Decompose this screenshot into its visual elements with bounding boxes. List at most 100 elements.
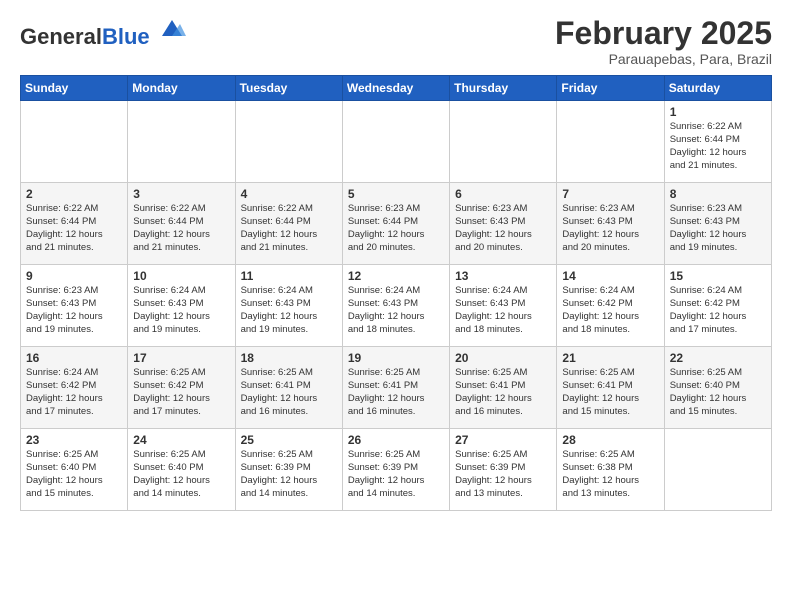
day-number: 11 (241, 269, 337, 283)
calendar-cell: 15 Sunrise: 6:24 AM Sunset: 6:42 PM Dayli… (664, 265, 771, 347)
calendar-week-0: 1 Sunrise: 6:22 AM Sunset: 6:44 PM Daylig… (21, 101, 772, 183)
logo-text: GeneralBlue (20, 16, 186, 49)
day-info: Sunrise: 6:25 AM Sunset: 6:40 PM Dayligh… (670, 367, 766, 418)
calendar-week-3: 16 Sunrise: 6:24 AM Sunset: 6:42 PM Dayli… (21, 347, 772, 429)
day-info: Sunrise: 6:23 AM Sunset: 6:44 PM Dayligh… (348, 203, 444, 254)
calendar-cell (21, 101, 128, 183)
weekday-header-row: Sunday Monday Tuesday Wednesday Thursday… (21, 76, 772, 101)
calendar-cell: 17 Sunrise: 6:25 AM Sunset: 6:42 PM Dayli… (128, 347, 235, 429)
calendar-cell: 23 Sunrise: 6:25 AM Sunset: 6:40 PM Dayli… (21, 429, 128, 511)
day-info: Sunrise: 6:24 AM Sunset: 6:42 PM Dayligh… (670, 285, 766, 336)
day-number: 22 (670, 351, 766, 365)
calendar-cell: 11Sunrise: 6:24 AM Sunset: 6:43 PM Dayli… (235, 265, 342, 347)
day-info: Sunrise: 6:23 AM Sunset: 6:43 PM Dayligh… (455, 203, 551, 254)
day-number: 26 (348, 433, 444, 447)
calendar-subtitle: Parauapebas, Para, Brazil (555, 51, 772, 67)
day-info: Sunrise: 6:22 AM Sunset: 6:44 PM Dayligh… (241, 203, 337, 254)
day-info: Sunrise: 6:23 AM Sunset: 6:43 PM Dayligh… (26, 285, 122, 336)
day-info: Sunrise: 6:25 AM Sunset: 6:40 PM Dayligh… (133, 449, 229, 500)
day-info: Sunrise: 6:22 AM Sunset: 6:44 PM Dayligh… (670, 121, 766, 172)
day-number: 16 (26, 351, 122, 365)
day-number: 6 (455, 187, 551, 201)
header-monday: Monday (128, 76, 235, 101)
logo-blue: Blue (102, 24, 150, 49)
day-info: Sunrise: 6:25 AM Sunset: 6:41 PM Dayligh… (562, 367, 658, 418)
day-number: 13 (455, 269, 551, 283)
calendar-cell: 10 Sunrise: 6:24 AM Sunset: 6:43 PM Dayli… (128, 265, 235, 347)
day-info: Sunrise: 6:22 AM Sunset: 6:44 PM Dayligh… (26, 203, 122, 254)
day-number: 15 (670, 269, 766, 283)
day-number: 27 (455, 433, 551, 447)
day-info: Sunrise: 6:24 AM Sunset: 6:42 PM Dayligh… (562, 285, 658, 336)
day-number: 9 (26, 269, 122, 283)
calendar-cell: 21 Sunrise: 6:25 AM Sunset: 6:41 PM Dayli… (557, 347, 664, 429)
day-info: Sunrise: 6:25 AM Sunset: 6:40 PM Dayligh… (26, 449, 122, 500)
calendar-cell (557, 101, 664, 183)
header-wednesday: Wednesday (342, 76, 449, 101)
day-info: Sunrise: 6:25 AM Sunset: 6:39 PM Dayligh… (241, 449, 337, 500)
calendar-cell (235, 101, 342, 183)
calendar-week-4: 23 Sunrise: 6:25 AM Sunset: 6:40 PM Dayli… (21, 429, 772, 511)
calendar-week-1: 2 Sunrise: 6:22 AM Sunset: 6:44 PM Daylig… (21, 183, 772, 265)
calendar-cell: 26 Sunrise: 6:25 AM Sunset: 6:39 PM Dayli… (342, 429, 449, 511)
day-info: Sunrise: 6:24 AM Sunset: 6:43 PM Dayligh… (455, 285, 551, 336)
calendar-cell: 4 Sunrise: 6:22 AM Sunset: 6:44 PM Daylig… (235, 183, 342, 265)
header-sunday: Sunday (21, 76, 128, 101)
day-number: 14 (562, 269, 658, 283)
logo: GeneralBlue (20, 16, 186, 49)
calendar-cell: 24 Sunrise: 6:25 AM Sunset: 6:40 PM Dayli… (128, 429, 235, 511)
day-number: 3 (133, 187, 229, 201)
day-number: 7 (562, 187, 658, 201)
header-tuesday: Tuesday (235, 76, 342, 101)
calendar-cell (450, 101, 557, 183)
calendar-title: February 2025 (555, 16, 772, 51)
day-number: 1 (670, 105, 766, 119)
calendar-cell (664, 429, 771, 511)
day-number: 19 (348, 351, 444, 365)
day-number: 24 (133, 433, 229, 447)
day-info: Sunrise: 6:25 AM Sunset: 6:42 PM Dayligh… (133, 367, 229, 418)
day-number: 17 (133, 351, 229, 365)
logo-general: General (20, 24, 102, 49)
calendar-cell: 27 Sunrise: 6:25 AM Sunset: 6:39 PM Dayli… (450, 429, 557, 511)
header-friday: Friday (557, 76, 664, 101)
calendar-cell: 5 Sunrise: 6:23 AM Sunset: 6:44 PM Daylig… (342, 183, 449, 265)
day-number: 4 (241, 187, 337, 201)
day-info: Sunrise: 6:25 AM Sunset: 6:39 PM Dayligh… (348, 449, 444, 500)
day-info: Sunrise: 6:24 AM Sunset: 6:42 PM Dayligh… (26, 367, 122, 418)
day-number: 2 (26, 187, 122, 201)
calendar-cell: 25Sunrise: 6:25 AM Sunset: 6:39 PM Dayli… (235, 429, 342, 511)
calendar-cell: 20Sunrise: 6:25 AM Sunset: 6:41 PM Dayli… (450, 347, 557, 429)
calendar-cell: 13 Sunrise: 6:24 AM Sunset: 6:43 PM Dayli… (450, 265, 557, 347)
day-number: 28 (562, 433, 658, 447)
day-number: 5 (348, 187, 444, 201)
page-container: GeneralBlue February 2025 Parauapebas, P… (0, 0, 792, 521)
day-number: 18 (241, 351, 337, 365)
calendar-cell: 16 Sunrise: 6:24 AM Sunset: 6:42 PM Dayli… (21, 347, 128, 429)
title-block: February 2025 Parauapebas, Para, Brazil (555, 16, 772, 67)
calendar-cell: 14 Sunrise: 6:24 AM Sunset: 6:42 PM Dayli… (557, 265, 664, 347)
calendar-cell: 7 Sunrise: 6:23 AM Sunset: 6:43 PM Daylig… (557, 183, 664, 265)
day-info: Sunrise: 6:22 AM Sunset: 6:44 PM Dayligh… (133, 203, 229, 254)
calendar-cell: 18Sunrise: 6:25 AM Sunset: 6:41 PM Dayli… (235, 347, 342, 429)
day-number: 23 (26, 433, 122, 447)
calendar-cell: 22 Sunrise: 6:25 AM Sunset: 6:40 PM Dayli… (664, 347, 771, 429)
day-info: Sunrise: 6:25 AM Sunset: 6:41 PM Dayligh… (455, 367, 551, 418)
day-number: 21 (562, 351, 658, 365)
day-info: Sunrise: 6:24 AM Sunset: 6:43 PM Dayligh… (133, 285, 229, 336)
calendar-cell: 12 Sunrise: 6:24 AM Sunset: 6:43 PM Dayli… (342, 265, 449, 347)
day-info: Sunrise: 6:24 AM Sunset: 6:43 PM Dayligh… (348, 285, 444, 336)
day-info: Sunrise: 6:25 AM Sunset: 6:39 PM Dayligh… (455, 449, 551, 500)
day-info: Sunrise: 6:25 AM Sunset: 6:38 PM Dayligh… (562, 449, 658, 500)
logo-icon (158, 16, 186, 44)
day-number: 10 (133, 269, 229, 283)
calendar-cell: 9 Sunrise: 6:23 AM Sunset: 6:43 PM Daylig… (21, 265, 128, 347)
calendar-cell: 2 Sunrise: 6:22 AM Sunset: 6:44 PM Daylig… (21, 183, 128, 265)
day-number: 12 (348, 269, 444, 283)
day-info: Sunrise: 6:23 AM Sunset: 6:43 PM Dayligh… (562, 203, 658, 254)
calendar-cell (342, 101, 449, 183)
day-info: Sunrise: 6:23 AM Sunset: 6:43 PM Dayligh… (670, 203, 766, 254)
calendar-cell: 1 Sunrise: 6:22 AM Sunset: 6:44 PM Daylig… (664, 101, 771, 183)
header: GeneralBlue February 2025 Parauapebas, P… (20, 16, 772, 67)
day-info: Sunrise: 6:25 AM Sunset: 6:41 PM Dayligh… (348, 367, 444, 418)
